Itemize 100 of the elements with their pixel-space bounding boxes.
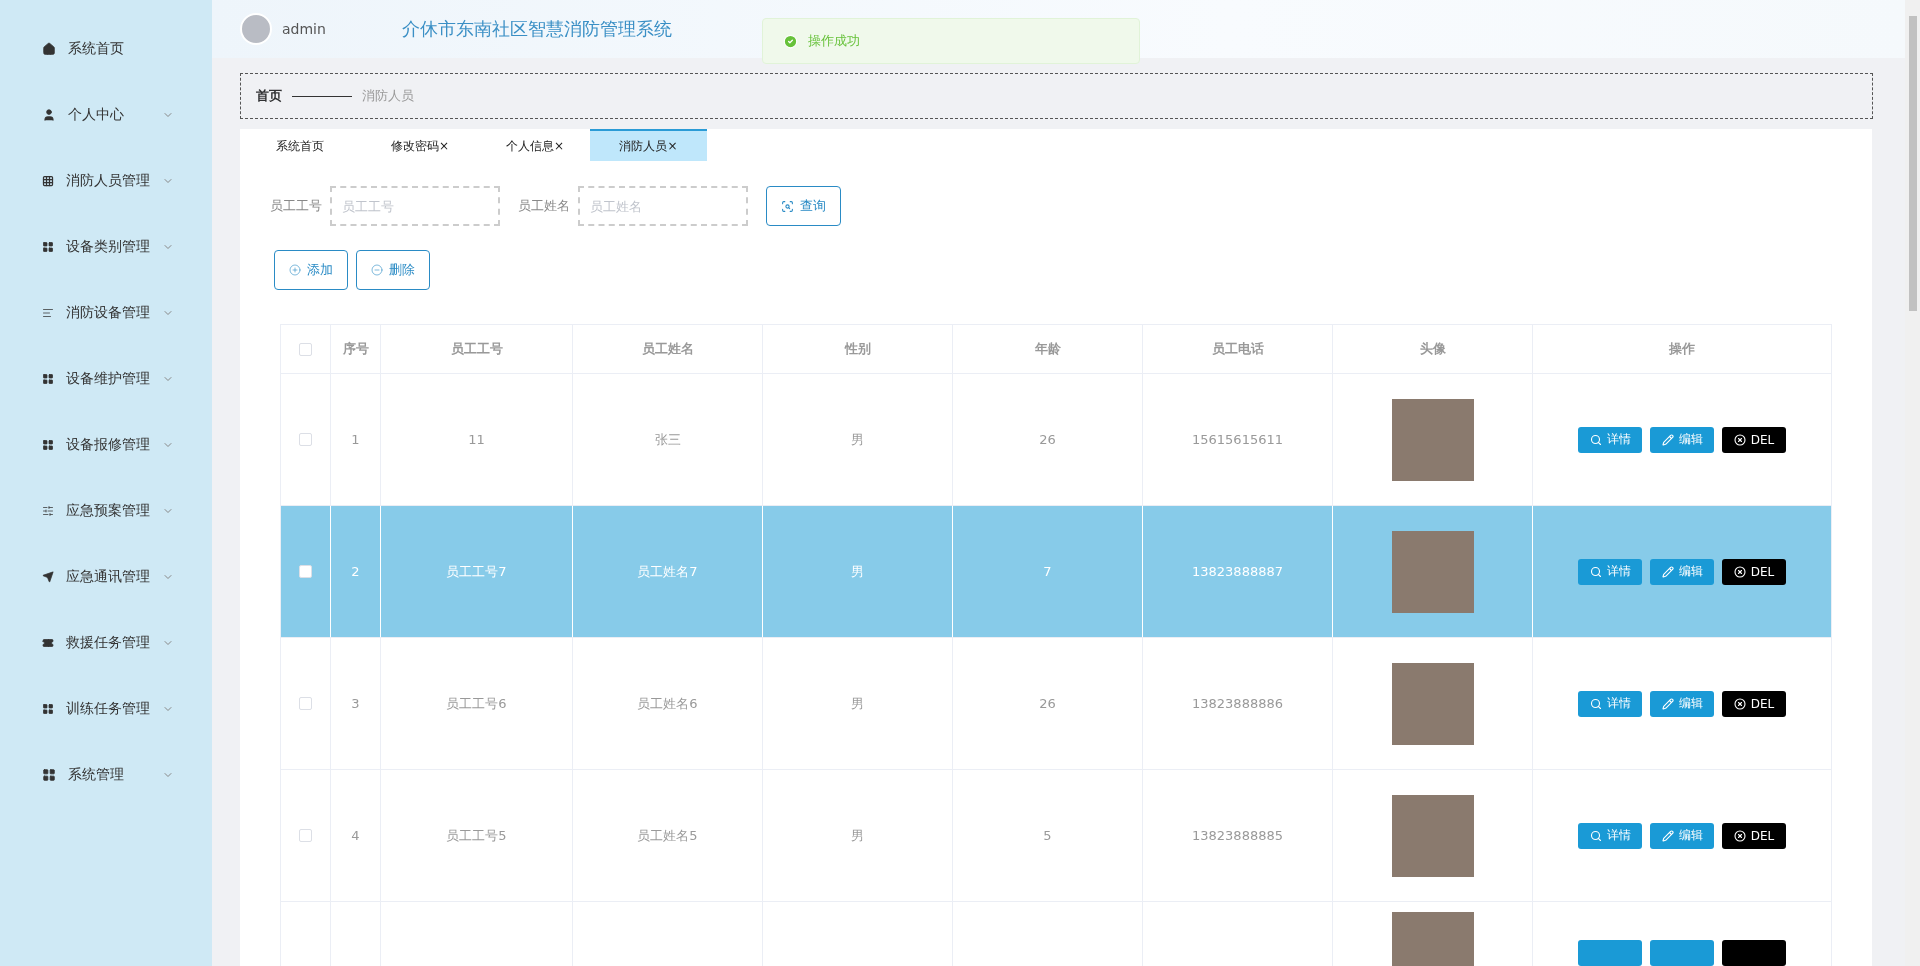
- table-cell: 13823888887: [1143, 506, 1333, 637]
- column-header: 员工电话: [1143, 325, 1333, 373]
- sidebar-item[interactable]: 应急预案管理: [0, 478, 212, 544]
- pencil-icon: [1661, 829, 1674, 842]
- search-icon: [1589, 829, 1602, 842]
- field-label: 员工工号: [270, 197, 322, 215]
- table-cell: 员工姓名6: [573, 638, 763, 769]
- sidebar-label: 应急预案管理: [66, 502, 150, 520]
- details-button[interactable]: [1578, 940, 1642, 966]
- add-button[interactable]: 添加: [274, 250, 348, 290]
- pencil-icon: [1661, 565, 1674, 578]
- sidebar-label: 设备类别管理: [66, 238, 150, 256]
- grid-icon: [42, 174, 54, 188]
- table-cell: 员工工号7: [381, 506, 573, 637]
- sidebar-item[interactable]: 系统首页: [0, 16, 212, 82]
- column-header: 序号: [331, 325, 381, 373]
- circle-x-icon: [1733, 433, 1746, 446]
- paper-plane-icon: [42, 570, 54, 584]
- checkbox[interactable]: [299, 697, 312, 710]
- delete-button[interactable]: 删除: [356, 250, 430, 290]
- checkbox[interactable]: [299, 565, 312, 578]
- delete-button[interactable]: DEL: [1722, 822, 1786, 849]
- delete-button[interactable]: DEL: [1722, 690, 1786, 717]
- search-field[interactable]: 员工工号: [330, 186, 500, 226]
- table-cell: 5: [953, 770, 1143, 901]
- ticket-icon: [42, 636, 54, 650]
- sidebar-label: 设备报修管理: [66, 436, 150, 454]
- delete-button[interactable]: DEL: [1722, 558, 1786, 585]
- sidebar-label: 应急通讯管理: [66, 568, 150, 586]
- query-button[interactable]: 查询: [766, 186, 841, 226]
- checkbox[interactable]: [299, 433, 312, 446]
- pencil-icon: [1661, 433, 1674, 446]
- sidebar-item[interactable]: 设备报修管理: [0, 412, 212, 478]
- grid-icon: [42, 768, 56, 782]
- plus-icon: [289, 264, 301, 276]
- user-name: admin: [282, 21, 326, 37]
- sidebar-label: 训练任务管理: [66, 700, 150, 718]
- delete-button[interactable]: DEL: [1722, 426, 1786, 453]
- table-cell: 1: [331, 374, 381, 505]
- grid-icon: [42, 702, 54, 716]
- table-cell: 13823888886: [1143, 638, 1333, 769]
- grid-icon: [42, 240, 54, 254]
- table-cell: 2: [331, 506, 381, 637]
- table-cell: 员工姓名5: [573, 770, 763, 901]
- table-cell: 15615615611: [1143, 374, 1333, 505]
- grid-icon: [42, 438, 54, 452]
- check-icon: [783, 33, 798, 49]
- breadcrumb-home[interactable]: 首页: [256, 87, 282, 105]
- delete-button[interactable]: [1722, 940, 1786, 966]
- table-cell: 男: [763, 770, 953, 901]
- breadcrumb-current: 消防人员: [362, 87, 414, 105]
- column-header: 员工工号: [381, 325, 573, 373]
- toast-message: 操作成功: [808, 32, 860, 50]
- table-cell: 张三: [573, 374, 763, 505]
- home-icon: [42, 42, 56, 56]
- sidebar-item[interactable]: 训练任务管理: [0, 676, 212, 742]
- table-cell: 男: [763, 374, 953, 505]
- sidebar-item[interactable]: 应急通讯管理: [0, 544, 212, 610]
- checkbox[interactable]: [299, 829, 312, 842]
- search-icon: [1589, 565, 1602, 578]
- table-cell: 员工工号5: [381, 770, 573, 901]
- pencil-icon: [1661, 697, 1674, 710]
- sidebar-item[interactable]: 个人中心: [0, 82, 212, 148]
- checkbox[interactable]: [299, 342, 312, 356]
- circle-x-icon: [1733, 829, 1746, 842]
- tab[interactable]: 系统首页: [240, 129, 360, 161]
- grid-icon: [42, 372, 54, 386]
- table-cell: 7: [953, 506, 1143, 637]
- tab[interactable]: 消防人员×: [590, 129, 707, 161]
- tab[interactable]: 修改密码×: [360, 129, 480, 161]
- sidebar-label: 消防设备管理: [66, 304, 150, 322]
- sidebar-item[interactable]: 设备类别管理: [0, 214, 212, 280]
- tab[interactable]: 个人信息×: [480, 129, 590, 161]
- column-header: 年龄: [953, 325, 1143, 373]
- column-header: 操作: [1668, 340, 1696, 358]
- sidebar-item[interactable]: 系统管理: [0, 742, 212, 808]
- sidebar-item[interactable]: 消防人员管理: [0, 148, 212, 214]
- sidebar-label: 消防人员管理: [66, 172, 150, 190]
- edit-button[interactable]: [1650, 940, 1714, 966]
- table-cell: 3: [331, 638, 381, 769]
- search-icon: [1589, 433, 1602, 446]
- column-header: 性别: [763, 325, 953, 373]
- sidebar-item[interactable]: 救援任务管理: [0, 610, 212, 676]
- minus-icon: [371, 264, 383, 276]
- scrollbar[interactable]: [1905, 0, 1920, 966]
- field-label: 员工姓名: [518, 197, 570, 215]
- app-title: 介休市东南社区智慧消防管理系统: [401, 17, 672, 41]
- sidebar-label: 设备维护管理: [66, 370, 150, 388]
- sliders-icon: [42, 504, 54, 518]
- sidebar-label: 个人中心: [68, 106, 125, 124]
- circle-x-icon: [1733, 697, 1746, 710]
- table-cell: 员工姓名7: [573, 506, 763, 637]
- sidebar-label: 系统管理: [68, 766, 125, 784]
- user-icon: [42, 108, 56, 122]
- search-field[interactable]: 员工姓名: [578, 186, 748, 226]
- sidebar-item[interactable]: 设备维护管理: [0, 346, 212, 412]
- sidebar-item[interactable]: 消防设备管理: [0, 280, 212, 346]
- table-cell: 13823888885: [1143, 770, 1333, 901]
- column-header: 头像: [1333, 325, 1533, 373]
- table-cell: 26: [953, 638, 1143, 769]
